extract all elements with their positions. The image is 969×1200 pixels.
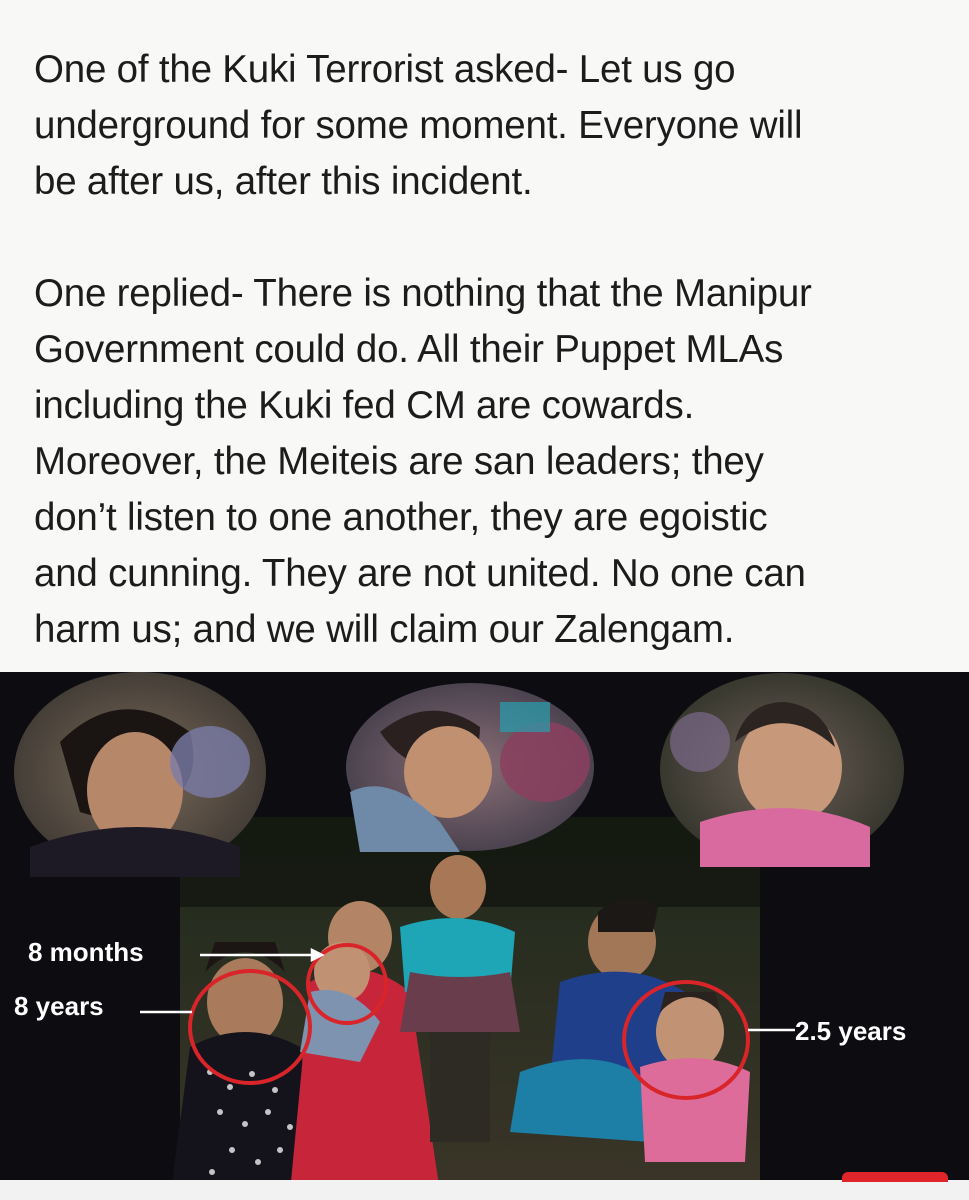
bottom-strip <box>0 1180 969 1200</box>
inset-portrait-infant <box>346 683 594 852</box>
post-paragraph-question: One of the Kuki Terrorist asked- Let us … <box>34 48 803 203</box>
red-action-tab[interactable] <box>842 1172 948 1182</box>
label-8-years: 8 years <box>14 991 104 1021</box>
post-text: One of the Kuki Terrorist asked- Let us … <box>34 42 954 658</box>
post-paragraph-reply: One replied- There is nothing that the M… <box>34 272 812 651</box>
inset-portrait-girl <box>14 672 266 877</box>
photo-illustration <box>14 672 904 1200</box>
label-2-5-years: 2.5 years <box>795 1016 907 1046</box>
photo-collage <box>0 672 969 1200</box>
label-8-months: 8 months <box>28 937 144 967</box>
